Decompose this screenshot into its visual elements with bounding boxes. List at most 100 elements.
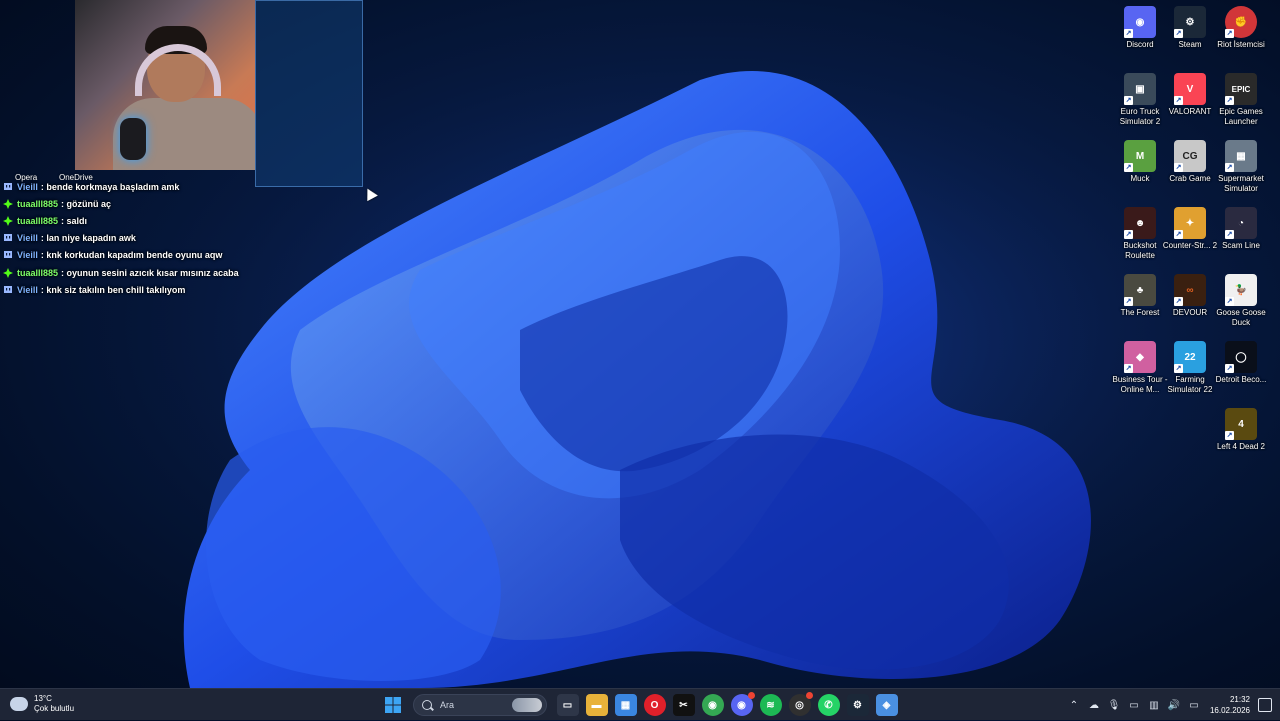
desktop-icon-epic-games[interactable]: EPIC ↗ Epic Games Launcher	[1213, 71, 1269, 135]
desktop-icon-muck[interactable]: M ↗ Muck	[1112, 138, 1168, 202]
desktop-icon-riot[interactable]: ✊ ↗ Riot İstemcisi	[1213, 4, 1269, 68]
chat-message: tuaalll885 : oyunun sesini azıcık kısar …	[0, 264, 330, 281]
desktop-icon-crab-game[interactable]: CG ↗ Crab Game	[1162, 138, 1218, 202]
steam-icon: ⚙ ↗	[1174, 6, 1206, 38]
buckshot-icon: ☻ ↗	[1124, 207, 1156, 239]
desktop-icon-detroit[interactable]: ◯ ↗ Detroit Beco...	[1213, 339, 1269, 403]
opera-button[interactable]: O	[643, 694, 666, 716]
desktop-icon-farming-simulator[interactable]: 22 ↗ Farming Simulator 22	[1162, 339, 1218, 403]
twitch-badge-icon	[3, 285, 13, 295]
whatsapp-icon: ✆	[824, 699, 833, 711]
desktop-icon-left4dead[interactable]: 4 ↗ Left 4 Dead 2	[1213, 406, 1269, 470]
twitch-badge-icon	[3, 182, 13, 192]
obs-icon: ◎	[795, 699, 804, 711]
webcam-overlay	[75, 0, 255, 170]
chat-username: Vieill	[17, 284, 38, 295]
microsoft-store-icon: ▦	[620, 699, 631, 711]
search-highlight-image	[512, 698, 542, 712]
discord-icon: ◉ ↗	[1124, 6, 1156, 38]
the-forest-icon: ♣ ↗	[1124, 274, 1156, 306]
battery-icon[interactable]: ▭	[1187, 698, 1201, 712]
kick-badge-icon	[3, 267, 13, 278]
task-view-button[interactable]: ▭	[556, 694, 579, 716]
taskbar-search[interactable]: Ara	[413, 694, 547, 716]
counter-strike-icon: ✦ ↗	[1174, 207, 1206, 239]
desktop-icon-steam[interactable]: ⚙ ↗ Steam	[1162, 4, 1218, 68]
spotify-icon: ≋	[766, 699, 775, 711]
crab-game-icon: CG ↗	[1174, 140, 1206, 172]
chat-text: : oyunun sesini azıcık kısar mısınız aca…	[61, 267, 239, 278]
chat-message: Vieill : knk siz takılın ben chill takıl…	[0, 281, 330, 298]
file-explorer-icon: ▬	[591, 699, 602, 711]
microsoft-store-button[interactable]: ▦	[614, 694, 637, 716]
task-view-icon: ▭	[562, 699, 573, 711]
desktop-icon-business-tour[interactable]: ◆ ↗ Business Tour - Online M...	[1112, 339, 1168, 403]
windows-icon	[384, 697, 401, 713]
taskbar: 13°C Çok bulutlu Ara ▭ ▬ ▦ O ✂ ◉ ◉ ≋ ◎ ✆…	[0, 688, 1280, 720]
detroit-icon: ◯ ↗	[1225, 341, 1257, 373]
desktop-icon-valorant[interactable]: V ↗ VALORANT	[1162, 71, 1218, 135]
system-tray: ⌃ ☁ 🎙 ▭ ▥ 🔊 ▭ 21:32 16.02.2026	[1064, 689, 1280, 721]
desktop-icon-discord[interactable]: ◉ ↗ Discord	[1112, 4, 1168, 68]
chevron-up-icon[interactable]: ⌃	[1067, 698, 1081, 712]
chat-username: Vieill	[17, 181, 38, 192]
capcut-icon: ✂	[679, 699, 688, 711]
whatsapp-button[interactable]: ✆	[817, 694, 840, 716]
steam-taskbar-button[interactable]: ⚙	[846, 694, 869, 716]
chat-message: tuaalll885 : saldı	[0, 212, 330, 229]
chrome-button[interactable]: ◉	[701, 694, 724, 716]
app-taskbar-button[interactable]: ◈	[875, 694, 898, 716]
chat-message: Vieill : knk korkudan kapadım bende oyun…	[0, 247, 330, 264]
chrome-icon: ◉	[708, 699, 717, 711]
farming-simulator-icon: 22 ↗	[1174, 341, 1206, 373]
network-icon[interactable]: ▥	[1147, 698, 1161, 712]
euro-truck-icon: ▣ ↗	[1124, 73, 1156, 105]
cloud-icon	[10, 697, 28, 711]
chat-text: : knk korkudan kapadım bende oyunu aqw	[40, 250, 223, 261]
twitch-badge-icon	[3, 250, 13, 260]
selection-rectangle	[255, 0, 363, 187]
desktop-icon-the-forest[interactable]: ♣ ↗ The Forest	[1112, 272, 1168, 336]
desktop-icon-goose-goose-duck[interactable]: 🦆 ↗ Goose Goose Duck	[1213, 272, 1269, 336]
desktop-icon-counter-strike[interactable]: ✦ ↗ Counter-Str... 2	[1162, 205, 1218, 269]
discord-taskbar-button[interactable]: ◉	[730, 692, 755, 716]
app-icon: ◈	[882, 699, 891, 711]
chat-username: tuaalll885	[17, 198, 59, 209]
start-button[interactable]	[382, 694, 404, 716]
desktop-icon-supermarket[interactable]: ▦ ↗ Supermarket Simulator	[1213, 138, 1269, 202]
search-placeholder: Ara	[440, 700, 455, 710]
desktop-icon-scam-line[interactable]: ◔ ↗ Scam Line	[1213, 205, 1269, 269]
kick-badge-icon	[3, 198, 13, 209]
weather-widget[interactable]: 13°C Çok bulutlu	[10, 694, 74, 714]
notification-badge	[747, 692, 755, 699]
chat-username: tuaalll885	[17, 267, 59, 278]
file-explorer-button[interactable]: ▬	[585, 694, 608, 716]
onedrive-icon[interactable]: ☁	[1087, 698, 1101, 712]
taskbar-center: Ara ▭ ▬ ▦ O ✂ ◉ ◉ ≋ ◎ ✆ ⚙ ◈	[378, 692, 901, 717]
clock-date: 16.02.2026	[1209, 706, 1250, 715]
volume-icon[interactable]: 🔊	[1167, 698, 1181, 712]
business-tour-icon: ◆ ↗	[1124, 341, 1156, 373]
obs-button[interactable]: ◎	[788, 692, 813, 716]
opera-icon: O	[650, 699, 659, 711]
desktop-icon-buckshot[interactable]: ☻ ↗ Buckshot Roulette	[1112, 205, 1168, 269]
chat-message: Vieill : bende korkmaya başladım amk	[0, 178, 330, 195]
capcut-button[interactable]: ✂	[672, 694, 695, 716]
goose-goose-duck-icon: 🦆 ↗	[1225, 274, 1257, 306]
chat-message: tuaalll885 : gözünü aç	[0, 195, 330, 212]
desktop-icon-devour[interactable]: ∞ ↗ DEVOUR	[1162, 272, 1218, 336]
desktop-icon-euro-truck[interactable]: ▣ ↗ Euro Truck Simulator 2	[1112, 71, 1168, 135]
display-icon[interactable]: ▭	[1127, 698, 1141, 712]
notifications-icon[interactable]	[1258, 698, 1272, 712]
devour-icon: ∞ ↗	[1174, 274, 1206, 306]
microphone-icon[interactable]: 🎙	[1107, 698, 1121, 712]
epic-games-icon: EPIC ↗	[1225, 73, 1257, 105]
muck-icon: M ↗	[1124, 140, 1156, 172]
chat-text: : gözünü aç	[61, 198, 112, 209]
spotify-button[interactable]: ≋	[759, 694, 782, 716]
clock[interactable]: 21:32 16.02.2026	[1210, 694, 1250, 716]
scam-line-icon: ◔ ↗	[1225, 207, 1257, 239]
search-icon	[422, 700, 432, 710]
steam-icon: ⚙	[853, 699, 862, 711]
chat-text: : knk siz takılın ben chill takılıyom	[40, 284, 186, 295]
